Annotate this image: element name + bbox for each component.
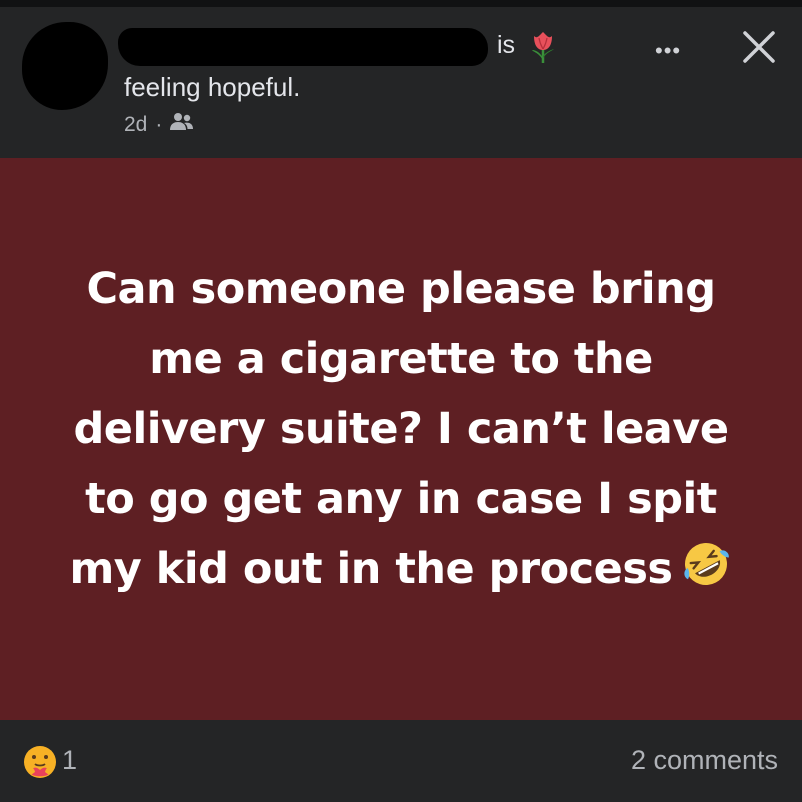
post-text-container: Can someone please bring me a cigarette … <box>51 254 751 610</box>
reaction-count[interactable]: 1 <box>62 745 77 776</box>
rolling-on-floor-laughing-icon <box>679 539 733 610</box>
status-verb: is <box>497 31 516 59</box>
post-meta: 2d · <box>124 112 194 138</box>
author-name-redacted[interactable] <box>118 28 488 66</box>
feeling-status: feeling hopeful. <box>124 72 301 102</box>
close-icon[interactable] <box>739 27 779 72</box>
post-text: Can someone please bring me a cigarette … <box>69 264 729 594</box>
tulip-icon <box>528 30 558 69</box>
meta-separator: · <box>155 113 163 136</box>
post-content[interactable]: Can someone please bring me a cigarette … <box>0 158 802 720</box>
top-edge-bar <box>0 0 802 7</box>
more-options-button[interactable]: ••• <box>655 38 681 64</box>
post-time[interactable]: 2d <box>124 113 147 137</box>
friends-icon <box>170 112 194 138</box>
care-reaction-icon[interactable] <box>22 744 58 785</box>
comments-link[interactable]: 2 comments <box>631 745 778 776</box>
